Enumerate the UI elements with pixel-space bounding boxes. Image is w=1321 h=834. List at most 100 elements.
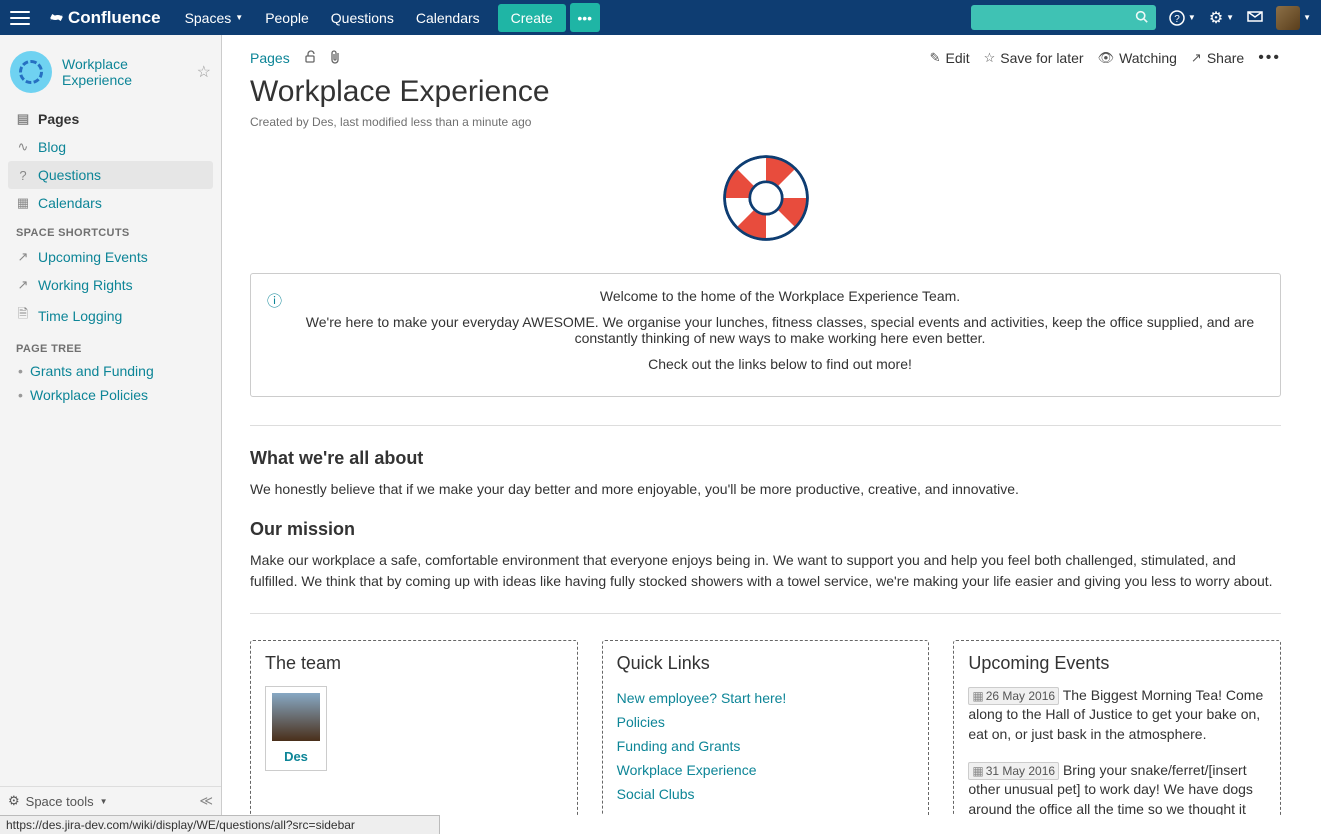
quick-link[interactable]: New employee? Start here! — [617, 686, 915, 710]
nav-label: Spaces — [185, 10, 232, 26]
hero-lifebuoy-icon — [250, 153, 1281, 243]
section-text: We honestly believe that if we make your… — [250, 479, 1281, 499]
save-for-later-button[interactable]: ☆Save for later — [984, 50, 1084, 66]
sidebar-tree-heading: PAGE TREE — [8, 333, 213, 359]
event-date-badge: ▦31 May 2016 — [968, 762, 1059, 780]
sidebar-item-blog[interactable]: ∿ Blog — [8, 133, 213, 161]
sidebar-item-calendars[interactable]: ▦Calendars — [8, 189, 213, 217]
caret-down-icon: ▼ — [1188, 13, 1196, 22]
panel-heading: Upcoming Events — [968, 653, 1266, 674]
sidebar-shortcut[interactable]: ↗ Working Rights — [8, 271, 213, 299]
avatar — [1276, 6, 1300, 30]
search-icon[interactable] — [1135, 10, 1148, 26]
watching-button[interactable]: 👁Watching — [1098, 50, 1177, 66]
sidebar-item-questions[interactable]: ?Questions — [8, 161, 213, 189]
create-more-button[interactable]: ••• — [570, 3, 600, 32]
search-input[interactable] — [971, 5, 1156, 30]
event-item: ▦31 May 2016 Bring your snake/ferret/[in… — [968, 761, 1266, 815]
gear-icon: ⚙ — [1209, 8, 1223, 28]
sidebar-item-label: Questions — [38, 167, 101, 183]
panel-heading: Quick Links — [617, 653, 915, 674]
eye-icon: 👁 — [1098, 50, 1115, 66]
info-text: Check out the links below to find out mo… — [296, 356, 1264, 372]
breadcrumb[interactable]: Pages — [250, 50, 290, 66]
info-text: Welcome to the home of the Workplace Exp… — [296, 288, 1264, 304]
divider — [250, 613, 1281, 614]
event-date-badge: ▦26 May 2016 — [968, 687, 1059, 705]
page-tree-item[interactable]: Grants and Funding — [8, 359, 213, 383]
sidebar-item-label: Time Logging — [38, 308, 122, 324]
nav-people[interactable]: People — [265, 10, 309, 26]
link-icon: ↗ — [16, 277, 30, 293]
attachment-icon[interactable] — [330, 50, 341, 67]
space-tools-button[interactable]: ⚙ Space tools ▼ ≪ — [0, 786, 221, 815]
sidebar-item-pages[interactable]: ▤ Pages — [8, 105, 213, 133]
quick-link[interactable]: Social Clubs — [617, 782, 915, 806]
events-panel: Upcoming Events ▦26 May 2016 The Biggest… — [953, 640, 1281, 815]
top-nav: Confluence Spaces▼ People Questions Cale… — [0, 0, 1321, 35]
svg-text:?: ? — [1174, 14, 1180, 25]
quick-link[interactable]: Workplace Experience — [617, 758, 915, 782]
nav-label: People — [265, 10, 309, 26]
team-member-card[interactable]: Des — [265, 686, 327, 771]
nav-spaces[interactable]: Spaces▼ — [185, 10, 244, 26]
profile-button[interactable]: ▼ — [1276, 6, 1311, 30]
team-member-name: Des — [272, 749, 320, 764]
section-text: Make our workplace a safe, comfortable e… — [250, 550, 1281, 591]
sidebar-item-label: Upcoming Events — [38, 249, 148, 265]
settings-button[interactable]: ⚙▼ — [1209, 8, 1234, 28]
sidebar-item-label: Working Rights — [38, 277, 133, 293]
star-icon: ☆ — [984, 50, 996, 66]
main-content: Pages ✎ Edit ☆Save for later 👁Watching ↗S… — [222, 35, 1321, 815]
caret-down-icon: ▼ — [1226, 13, 1234, 22]
edit-button[interactable]: ✎ Edit — [930, 50, 970, 66]
avatar — [272, 693, 320, 741]
page-tree-item[interactable]: Workplace Policies — [8, 383, 213, 407]
gear-icon: ⚙ — [8, 793, 20, 809]
search-wrap — [971, 5, 1156, 30]
rss-icon: ∿ — [16, 139, 30, 155]
space-name-link[interactable]: Workplace Experience — [62, 56, 187, 88]
sidebar-item-label: Pages — [38, 111, 79, 127]
app-switcher-icon[interactable] — [10, 11, 30, 25]
nav-menu: Spaces▼ People Questions Calendars — [185, 10, 480, 26]
quick-link[interactable]: Policies — [617, 710, 915, 734]
sidebar-item-label: Calendars — [38, 195, 102, 211]
status-url: https://des.jira-dev.com/wiki/display/WE… — [6, 818, 355, 832]
notifications-button[interactable] — [1247, 11, 1263, 25]
page-title: Workplace Experience — [250, 75, 1281, 109]
space-header: Workplace Experience ☆ — [8, 45, 213, 105]
caret-down-icon: ▼ — [1303, 13, 1311, 22]
panel-heading: The team — [265, 653, 563, 674]
sidebar-shortcut[interactable]: 🗎Time Logging — [8, 299, 213, 333]
section-heading: Our mission — [250, 519, 1281, 540]
star-icon[interactable]: ☆ — [197, 62, 211, 82]
space-logo[interactable] — [10, 51, 52, 93]
pencil-icon: ✎ — [930, 50, 941, 66]
more-actions-button[interactable]: ••• — [1258, 49, 1281, 67]
pages-icon: ▤ — [16, 111, 30, 127]
event-date-text: 26 May 2016 — [986, 689, 1055, 703]
nav-questions[interactable]: Questions — [331, 10, 394, 26]
nav-calendars[interactable]: Calendars — [416, 10, 480, 26]
section-heading: What we're all about — [250, 448, 1281, 469]
share-button[interactable]: ↗Share — [1191, 50, 1244, 66]
event-date-text: 31 May 2016 — [986, 764, 1055, 778]
confluence-logo[interactable]: Confluence — [48, 8, 161, 28]
unlock-icon[interactable] — [304, 50, 316, 66]
link-icon: ↗ — [16, 249, 30, 265]
page-toolbar: Pages ✎ Edit ☆Save for later 👁Watching ↗S… — [250, 49, 1281, 67]
help-button[interactable]: ?▼ — [1169, 10, 1196, 26]
quick-link[interactable]: Funding and Grants — [617, 734, 915, 758]
team-panel: The team Des — [250, 640, 578, 815]
sidebar-item-label: Blog — [38, 139, 66, 155]
info-panel: ⓘ Welcome to the home of the Workplace E… — [250, 273, 1281, 397]
sidebar-shortcut[interactable]: ↗ Upcoming Events — [8, 243, 213, 271]
event-item: ▦26 May 2016 The Biggest Morning Tea! Co… — [968, 686, 1266, 745]
action-label: Edit — [946, 50, 970, 66]
sidebar: Workplace Experience ☆ ▤ Pages ∿ Blog ?Que… — [0, 35, 222, 815]
create-button[interactable]: Create — [498, 4, 566, 32]
confluence-glyph-icon — [48, 9, 65, 26]
info-text: We're here to make your everyday AWESOME… — [296, 314, 1264, 346]
collapse-sidebar-icon[interactable]: ≪ — [199, 793, 213, 809]
